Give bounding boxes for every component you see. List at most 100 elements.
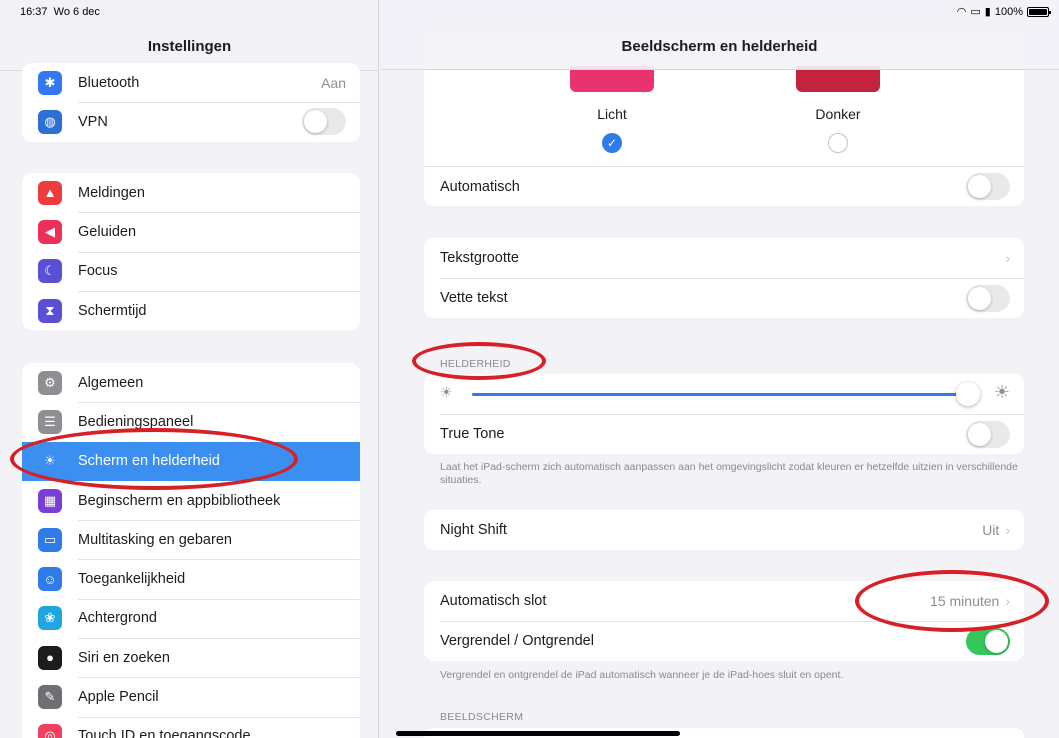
- night-shift-row[interactable]: Night Shift Uit ›: [424, 510, 1024, 550]
- tekstgrootte-label: Tekstgrootte: [440, 250, 519, 266]
- sidebar-item-siri-en-zoeken[interactable]: ● Siri en zoeken: [22, 638, 360, 677]
- automatisch-label: Automatisch: [440, 178, 520, 195]
- helderheid-header: HELDERHEID: [440, 358, 511, 370]
- sidebar-item-beginscherm-en-appbibliotheek[interactable]: ▦ Beginscherm en appbibliotheek: [22, 481, 360, 520]
- automatisch-row[interactable]: Automatisch: [424, 166, 1024, 206]
- sidebar-item-label: Achtergrond: [78, 610, 157, 627]
- true-tone-footer: Laat het iPad-scherm zich automatisch aa…: [440, 461, 1018, 486]
- sun-small-icon: ☀: [440, 384, 453, 400]
- sidebar: Instellingen ✱ Bluetooth Aan ◍ VPN ▲ Meldinge…: [0, 0, 379, 738]
- sidebar-item-scherm-en-helderheid[interactable]: ☀ Scherm en helderheid: [22, 441, 360, 481]
- sidebar-item-label: Toegankelijkheid: [78, 571, 186, 588]
- speaker-icon: ◀: [38, 219, 62, 244]
- battery-icon: [1027, 6, 1051, 17]
- lock-unlock-row[interactable]: Vergrendel / Ontgrendel: [424, 621, 1024, 661]
- brightness-slider-track[interactable]: [472, 393, 964, 396]
- sidebar-item-label: Siri en zoeken: [78, 649, 170, 666]
- sidebar-title: Instellingen: [147, 38, 232, 55]
- multitask-icon: ▭: [38, 527, 62, 552]
- status-right: ◠ ▭ ▮ 100%: [956, 5, 1051, 18]
- sidebar-item-label: Bluetooth: [78, 74, 140, 91]
- sidebar-item-label: Focus: [78, 263, 118, 280]
- auto-lock-value: 15 minuten: [930, 593, 1000, 609]
- sidebar-group-connectivity: ✱ Bluetooth Aan ◍ VPN: [22, 63, 360, 142]
- beeldscherm-header: BEELDSCHERM: [440, 711, 524, 723]
- sidebar-item-toegankelijkheid[interactable]: ☺ Toegankelijkheid: [22, 559, 360, 598]
- sidebar-item-bluetooth[interactable]: ✱ Bluetooth Aan: [22, 63, 360, 102]
- true-tone-row[interactable]: True Tone: [424, 414, 1024, 454]
- sun-large-icon: ☀: [993, 382, 1010, 402]
- sidebar-item-label: Scherm en helderheid: [78, 453, 220, 470]
- text-card: Tekstgrootte › Vette tekst: [424, 238, 1024, 318]
- true-tone-toggle[interactable]: [966, 420, 1010, 448]
- wifi-icon: ◠: [956, 6, 967, 18]
- sun-icon: ☀: [38, 449, 62, 474]
- sidebar-item-schermtijd[interactable]: ⧗ Schermtijd: [22, 290, 360, 330]
- light-mode-label: Licht: [597, 106, 627, 122]
- sidebar-item-label: Geluiden: [78, 223, 137, 240]
- accessibility-icon: ☺: [38, 567, 62, 592]
- dark-mode-label: Donker: [815, 106, 861, 122]
- night-shift-value: Uit: [982, 522, 1000, 538]
- sidebar-item-label: Touch ID en toegangscode: [78, 728, 251, 738]
- bell-icon: ▲: [38, 180, 62, 205]
- sidebar-item-apple-pencil[interactable]: ✎ Apple Pencil: [22, 677, 360, 716]
- switches-icon: ☰: [38, 409, 62, 434]
- auto-lock-label: Automatisch slot: [440, 593, 547, 609]
- battery-percent: 100%: [994, 5, 1023, 18]
- sidebar-item-multitasking-en-gebaren[interactable]: ▭ Multitasking en gebaren: [22, 520, 360, 559]
- vpn-toggle[interactable]: [302, 108, 346, 136]
- sidebar-item-meldingen[interactable]: ▲ Meldingen: [22, 173, 360, 212]
- sidebar-item-achtergrond[interactable]: ❀ Achtergrond: [22, 598, 360, 638]
- lock-unlock-label: Vergrendel / Ontgrendel: [440, 633, 594, 649]
- sidebar-item-value: Aan: [321, 74, 346, 91]
- vette-tekst-label: Vette tekst: [440, 290, 508, 306]
- sidebar-item-geluiden[interactable]: ◀ Geluiden: [22, 212, 360, 251]
- light-mode-radio[interactable]: ✓: [602, 133, 622, 153]
- screen-mirror-icon: ▭: [970, 6, 981, 18]
- sidebar-item-label: Algemeen: [78, 374, 144, 391]
- brightness-slider-knob[interactable]: [956, 382, 980, 406]
- moon-icon: ☾: [38, 259, 62, 284]
- detail-pane: Beeldscherm en helderheid Licht Donker ✓…: [380, 0, 1059, 738]
- sidebar-item-algemeen[interactable]: ⚙ Algemeen: [22, 363, 360, 402]
- night-shift-card: Night Shift Uit ›: [424, 510, 1024, 550]
- auto-lock-row[interactable]: Automatisch slot 15 minuten ›: [424, 581, 1024, 621]
- chevron-right-icon: ›: [1005, 250, 1010, 266]
- tekstgrootte-row[interactable]: Tekstgrootte ›: [424, 238, 1024, 278]
- lock-unlock-toggle[interactable]: [966, 627, 1010, 655]
- sidebar-item-vpn[interactable]: ◍ VPN: [22, 102, 360, 141]
- grid-icon: ▦: [38, 488, 62, 513]
- vette-tekst-toggle[interactable]: [966, 284, 1010, 312]
- pencil-icon: ✎: [38, 685, 62, 710]
- vpn-icon: ◍: [38, 109, 62, 134]
- chevron-right-icon: ›: [1005, 593, 1010, 609]
- chevron-right-icon: ›: [1005, 522, 1010, 538]
- sidebar-item-label: Beginscherm en appbibliotheek: [78, 492, 281, 509]
- lock-footer: Vergrendel en ontgrendel de iPad automat…: [440, 669, 844, 681]
- vette-tekst-row[interactable]: Vette tekst: [424, 278, 1024, 318]
- sidebar-item-label: Schermtijd: [78, 302, 147, 319]
- sidebar-group-general: ⚙ Algemeen ☰ Bedieningspaneel ☀ Scherm en hel…: [22, 363, 360, 738]
- home-indicator: [396, 731, 680, 736]
- dark-mode-radio[interactable]: [828, 133, 848, 153]
- night-shift-label: Night Shift: [440, 522, 507, 538]
- brightness-slider-row: ☀ ☀: [424, 374, 1024, 414]
- lock-rotation-icon: ▮: [984, 6, 991, 18]
- gear-icon: ⚙: [38, 370, 62, 395]
- sidebar-item-label: VPN: [78, 113, 108, 130]
- status-time: 16:37 Wo 6 dec: [20, 6, 100, 18]
- sidebar-item-bedieningspaneel[interactable]: ☰ Bedieningspaneel: [22, 402, 360, 441]
- page-title: Beeldscherm en helderheid: [621, 38, 818, 55]
- automatisch-toggle[interactable]: [966, 173, 1010, 200]
- bluetooth-icon: ✱: [38, 70, 62, 95]
- sidebar-item-touch-id-en-toegangscode[interactable]: ◎ Touch ID en toegangscode: [22, 716, 360, 738]
- flower-icon: ❀: [38, 606, 62, 631]
- brightness-card: ☀ ☀ True Tone: [424, 374, 1024, 454]
- sidebar-item-label: Apple Pencil: [78, 689, 159, 706]
- true-tone-label: True Tone: [440, 426, 505, 442]
- siri-icon: ●: [38, 645, 62, 670]
- sidebar-item-focus[interactable]: ☾ Focus: [22, 251, 360, 291]
- sidebar-item-label: Multitasking en gebaren: [78, 531, 232, 548]
- hourglass-icon: ⧗: [38, 298, 62, 323]
